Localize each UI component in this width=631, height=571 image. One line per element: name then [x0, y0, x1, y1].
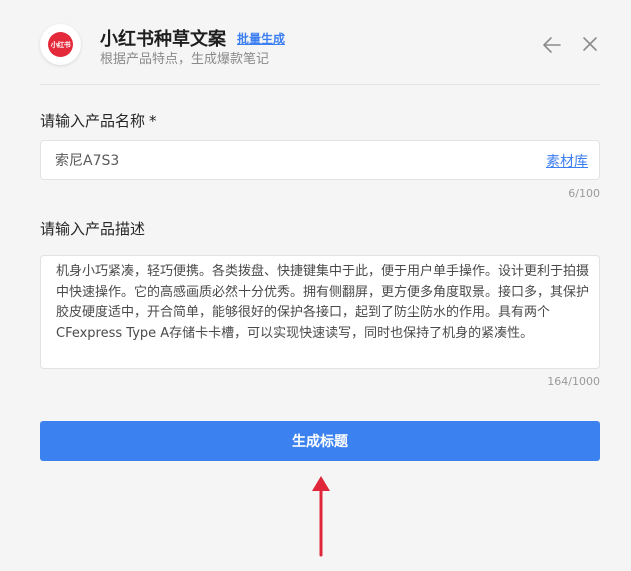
back-button[interactable] — [541, 34, 563, 56]
close-button[interactable] — [580, 34, 600, 54]
annotation-arrow-icon — [312, 476, 330, 557]
product-desc-field: 机身小巧紧凑，轻巧便携。各类拨盘、快捷键集中于此，便于用户单手操作。设计更利于拍… — [40, 255, 600, 369]
product-name-counter: 6/100 — [568, 187, 600, 200]
app-logo: 小红书 — [40, 24, 81, 65]
product-name-input[interactable] — [55, 141, 525, 179]
close-icon — [583, 37, 597, 51]
material-library-link[interactable]: 素材库 — [546, 151, 588, 171]
required-mark: * — [149, 112, 157, 130]
product-desc-textarea[interactable]: 机身小巧紧凑，轻巧便携。各类拨盘、快捷键集中于此，便于用户单手操作。设计更利于拍… — [56, 262, 590, 362]
product-desc-counter: 164/1000 — [547, 375, 600, 388]
batch-generate-link[interactable]: 批量生成 — [237, 30, 285, 47]
header-divider — [40, 84, 600, 85]
product-desc-label: 请输入产品描述 — [40, 220, 146, 238]
generate-title-button[interactable]: 生成标题 — [40, 421, 600, 461]
page-subtitle: 根据产品特点，生成爆款笔记 — [100, 52, 270, 67]
generator-panel: 小红书 小红书种草文案 批量生成 根据产品特点，生成爆款笔记 请输入产品名称 * … — [0, 0, 631, 571]
arrow-left-icon — [543, 37, 561, 53]
logo-badge: 小红书 — [48, 32, 73, 57]
product-name-label: 请输入产品名称 * — [40, 110, 157, 131]
product-name-label-text: 请输入产品名称 — [40, 112, 146, 130]
product-name-field: 素材库 — [40, 140, 600, 180]
